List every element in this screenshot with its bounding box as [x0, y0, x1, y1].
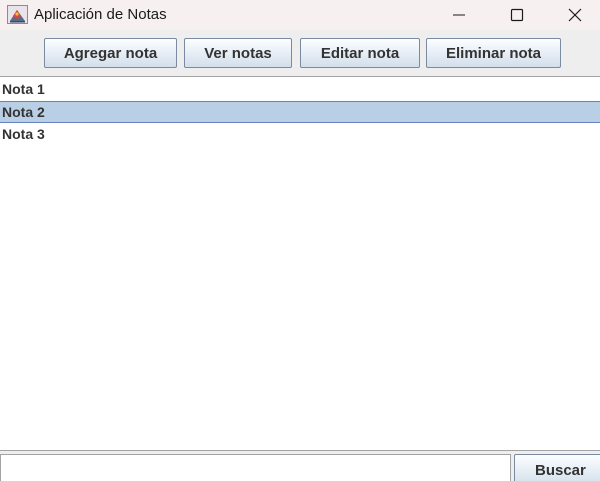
- list-item-selected[interactable]: Nota 2: [0, 101, 600, 123]
- search-bar: Buscar: [0, 450, 600, 481]
- list-item[interactable]: Nota 3: [0, 123, 600, 145]
- list-item[interactable]: Nota 1: [0, 78, 600, 100]
- add-note-button[interactable]: Agregar nota: [44, 38, 177, 68]
- close-button[interactable]: [552, 0, 598, 30]
- java-cup-icon: [7, 5, 28, 24]
- delete-note-button[interactable]: Eliminar nota: [426, 38, 561, 68]
- search-button[interactable]: Buscar: [514, 454, 600, 481]
- maximize-icon: [510, 8, 524, 22]
- title-bar[interactable]: Aplicación de Notas: [0, 0, 600, 30]
- search-input[interactable]: [0, 454, 511, 481]
- view-notes-button[interactable]: Ver notas: [184, 38, 292, 68]
- window-title: Aplicación de Notas: [34, 6, 167, 23]
- minimize-button[interactable]: [436, 0, 482, 30]
- app-window: Aplicación de Notas Agregar nota Ver not…: [0, 0, 600, 481]
- minimize-icon: [453, 14, 465, 16]
- maximize-button[interactable]: [494, 0, 540, 30]
- toolbar: Agregar nota Ver notas Editar nota Elimi…: [0, 30, 600, 76]
- close-icon: [568, 8, 582, 22]
- edit-note-button[interactable]: Editar nota: [300, 38, 420, 68]
- notes-list[interactable]: Nota 1 Nota 2 Nota 3: [0, 76, 600, 450]
